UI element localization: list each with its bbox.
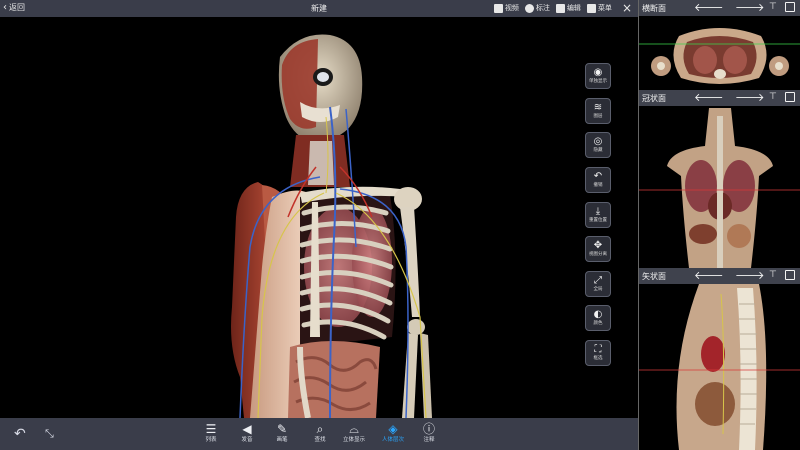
rib-cage[interactable]	[299, 189, 396, 347]
explode-view-button[interactable]: ✥ 视图分离	[585, 236, 611, 262]
arrow-right-icon[interactable]: 🡒	[735, 91, 765, 105]
isolate-eye-icon: ◉	[593, 67, 603, 78]
video-button[interactable]: 视频	[493, 3, 519, 13]
list-label: 列表	[205, 437, 217, 443]
frame-select-icon: ⛶	[594, 344, 602, 355]
menu-button[interactable]: 菜单	[586, 3, 612, 13]
bottom-toolbar: ↶ ⤡ ☰ 列表 ◀ 发音 ✎ 画笔 ⌕ 查找 ⌓ 立体显示 ◈ 人体层次 ⓘ …	[0, 418, 638, 450]
annotate-label: 标注	[535, 4, 550, 12]
stereo-label: 立体显示	[342, 437, 365, 443]
top-toolbar: ‹ 返回 新建 视频 标注 编辑 菜单 ×	[0, 0, 638, 17]
color-label: 颜色	[593, 321, 603, 326]
sagittal-section-image[interactable]	[639, 284, 800, 450]
arrow-left-icon[interactable]: 🡐	[694, 269, 724, 283]
coronal-header: 冠状面 🡐 🡒 ⊤	[639, 90, 800, 106]
edit-icon	[555, 3, 565, 13]
list-icon: ☰	[205, 422, 217, 436]
transverse-section-image[interactable]	[639, 16, 800, 90]
collapse-icon[interactable]: ⤡	[45, 428, 54, 440]
body-layers-button[interactable]: ◈ 人体层次	[375, 422, 411, 444]
search-label: 查找	[314, 437, 326, 443]
layers-label: 图层	[593, 114, 603, 119]
color-button[interactable]: ◐ 颜色	[585, 305, 611, 331]
undo-tool-button[interactable]: ↶ 撤销	[585, 167, 611, 193]
edit-label: 编辑	[566, 4, 581, 12]
reset-position-icon: ⤓	[595, 206, 601, 217]
close-icon[interactable]: ×	[622, 2, 632, 14]
search-icon: ⌕	[316, 422, 324, 436]
stereo-glasses-icon: ⌓	[349, 422, 359, 436]
annotate-button[interactable]: 标注	[524, 3, 550, 13]
video-label: 视频	[504, 4, 519, 12]
info-icon: ⓘ	[422, 422, 435, 436]
undo-label: 撤销	[593, 183, 603, 188]
sagittal-title: 矢状面	[642, 272, 666, 281]
arrow-right-icon[interactable]: 🡒	[735, 1, 765, 15]
pen-icon: ✎	[276, 422, 288, 436]
body-layers-icon: ◈	[388, 422, 398, 436]
palette-icon: ◐	[593, 309, 603, 320]
body-layers-label: 人体层次	[381, 437, 404, 443]
coronal-title: 冠状面	[642, 94, 666, 103]
top-actions: 视频 标注 编辑 菜单 ×	[493, 2, 632, 14]
back-label: 返回	[9, 3, 25, 12]
explode-label: 视图分离	[589, 252, 607, 257]
pin-icon	[524, 3, 534, 13]
reset-position-button[interactable]: ⤓ 重置位置	[585, 202, 611, 228]
pin-icon[interactable]: ⊤	[769, 92, 777, 102]
isolate-label: 单独显示	[589, 79, 607, 84]
list-button[interactable]: ☰ 列表	[193, 422, 229, 444]
arrow-right-icon[interactable]: 🡒	[735, 269, 765, 283]
search-button[interactable]: ⌕ 查找	[302, 422, 338, 444]
sagittal-header: 矢状面 🡐 🡒 ⊤	[639, 268, 800, 284]
frame-select-button[interactable]: ⛶ 框选	[585, 340, 611, 366]
frame-select-label: 框选	[593, 356, 603, 361]
undo-icon: ↶	[593, 171, 603, 182]
hide-label: 隐藏	[593, 148, 603, 153]
global-label: 全局	[593, 287, 603, 292]
head-model[interactable]	[278, 34, 363, 143]
undo-icon[interactable]: ↶	[14, 427, 26, 441]
menu-label: 菜单	[597, 4, 612, 12]
explode-icon: ✥	[593, 240, 603, 251]
video-icon	[493, 3, 503, 13]
coronal-section-image[interactable]	[639, 106, 800, 268]
expand-icon[interactable]	[785, 92, 795, 102]
pen-button[interactable]: ✎ 画笔	[264, 422, 300, 444]
pronounce-button[interactable]: ◀ 发音	[229, 422, 265, 444]
reset-position-label: 重置位置	[589, 218, 607, 223]
info-label: 注释	[423, 437, 435, 443]
global-view-button[interactable]: ⤢ 全局	[585, 271, 611, 297]
expand-icon[interactable]	[785, 270, 795, 280]
section-views-panel: 横断面 🡐 🡒 ⊤ 冠状面 🡐 🡒 ⊤ 矢状面 🡐 🡒 ⊤	[638, 0, 800, 450]
anatomy-3d-viewport[interactable]: ◉ 单独显示 ≋ 图层 ◎ 隐藏 ↶ 撤销 ⤓ 重置位置 ✥ 视图分离 ⤢ 全局…	[0, 17, 638, 418]
layers-button[interactable]: ≋ 图层	[585, 98, 611, 124]
chevron-left-icon: ‹	[3, 1, 7, 13]
info-button[interactable]: ⓘ 注释	[411, 422, 447, 444]
anatomy-model[interactable]	[0, 17, 638, 418]
speaker-icon: ◀	[242, 422, 252, 436]
menu-icon	[586, 3, 596, 13]
layers-icon: ≋	[593, 102, 603, 113]
pronounce-label: 发音	[241, 437, 253, 443]
expand-icon[interactable]	[785, 2, 795, 12]
arrow-left-icon[interactable]: 🡐	[694, 91, 724, 105]
pin-icon[interactable]: ⊤	[769, 2, 777, 12]
stereo-button[interactable]: ⌓ 立体显示	[336, 422, 372, 444]
hide-button[interactable]: ◎ 隐藏	[585, 132, 611, 158]
pin-icon[interactable]: ⊤	[769, 270, 777, 280]
arrow-left-icon[interactable]: 🡐	[694, 1, 724, 15]
eye-icon: ◎	[593, 136, 603, 147]
transverse-title: 横断面	[642, 4, 666, 13]
transverse-header: 横断面 🡐 🡒 ⊤	[639, 0, 800, 16]
edit-button[interactable]: 编辑	[555, 3, 581, 13]
isolate-button[interactable]: ◉ 单独显示	[585, 63, 611, 89]
pen-label: 画笔	[276, 437, 288, 443]
back-button[interactable]: ‹ 返回	[3, 2, 25, 13]
intestines[interactable]	[288, 341, 380, 418]
fullscreen-icon: ⤢	[594, 275, 602, 286]
